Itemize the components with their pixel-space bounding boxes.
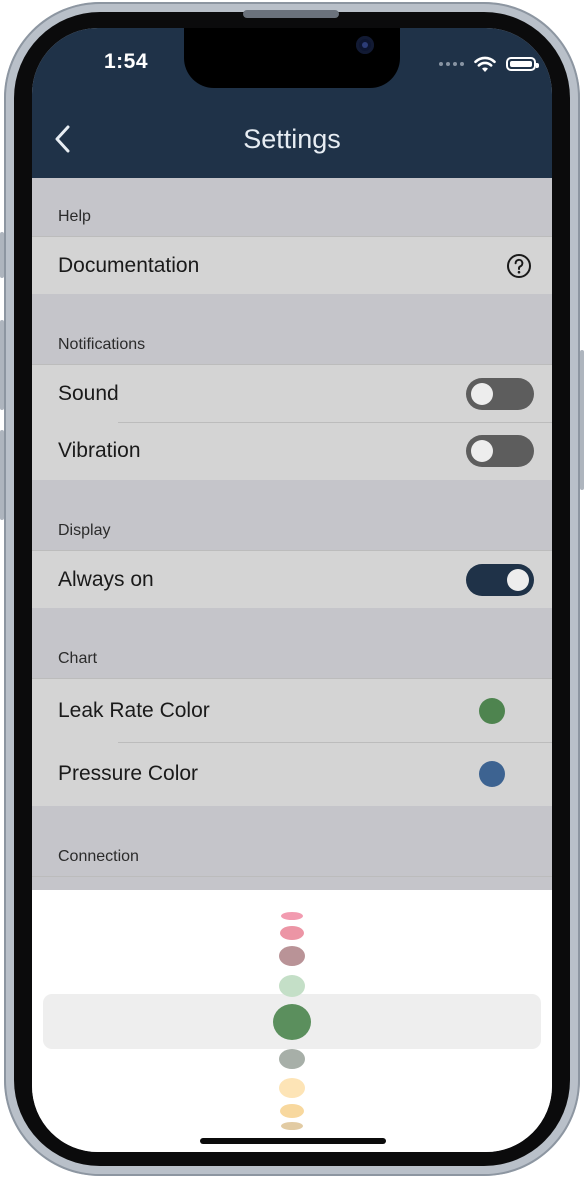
battery-icon <box>506 57 539 71</box>
sound-toggle[interactable] <box>466 377 534 410</box>
side-button-volume-down <box>0 430 4 520</box>
picker-option[interactable] <box>280 1104 304 1118</box>
always-on-toggle[interactable] <box>466 563 534 596</box>
pressure-color-label: Pressure Color <box>58 762 199 785</box>
status-icons <box>439 54 539 74</box>
side-button-power <box>580 350 584 490</box>
navigation-header: 1:54 Settings <box>32 28 552 178</box>
home-indicator <box>200 1138 386 1144</box>
section-header-connection: Connection <box>32 806 552 877</box>
section-header-label: Chart <box>58 650 98 667</box>
section-header-label: Connection <box>58 848 139 865</box>
section-header-label: Help <box>58 208 91 225</box>
documentation-label: Documentation <box>58 253 200 277</box>
side-button-mute <box>0 232 4 278</box>
page-title: Settings <box>243 124 341 154</box>
settings-list: Help Documentation Notifications Sound V… <box>32 178 552 877</box>
sound-label: Sound <box>58 381 119 405</box>
vibration-toggle[interactable] <box>466 435 534 467</box>
vibration-label: Vibration <box>58 439 141 462</box>
color-picker-sheet <box>32 890 552 1152</box>
leak-rate-color-swatch[interactable] <box>479 697 505 724</box>
section-header-display: Display <box>32 480 552 550</box>
picker-option[interactable] <box>279 1078 305 1098</box>
vibration-row: Vibration <box>32 422 552 480</box>
row-divider <box>118 422 552 423</box>
section-header-label: Notifications <box>58 336 146 353</box>
question-circle-icon[interactable] <box>506 253 532 279</box>
always-on-label: Always on <box>58 567 154 591</box>
section-header-label: Display <box>58 522 111 539</box>
section-header-help: Help <box>32 178 552 236</box>
speaker-slot <box>243 10 339 18</box>
section-header-notifications: Notifications <box>32 294 552 364</box>
pressure-color-swatch[interactable] <box>479 761 505 787</box>
toggle-knob <box>471 382 493 405</box>
pressure-color-row[interactable]: Pressure Color <box>32 742 552 806</box>
wifi-icon <box>474 56 496 72</box>
picker-option[interactable] <box>281 912 303 920</box>
picker-option[interactable] <box>279 975 305 997</box>
row-divider <box>118 742 552 743</box>
picker-option[interactable] <box>280 926 304 940</box>
side-button-volume-up <box>0 320 4 410</box>
toggle-knob <box>507 568 529 591</box>
cellular-signal-icon <box>439 62 464 66</box>
picker-option-selected[interactable] <box>273 1004 311 1040</box>
always-on-row: Always on <box>32 550 552 608</box>
status-time: 1:54 <box>104 50 149 73</box>
picker-option[interactable] <box>281 1122 303 1130</box>
toggle-knob <box>471 440 493 462</box>
documentation-row[interactable]: Documentation <box>32 236 552 294</box>
picker-option[interactable] <box>279 946 305 966</box>
picker-option[interactable] <box>279 1049 305 1069</box>
camera-icon <box>356 36 374 54</box>
leak-rate-color-label: Leak Rate Color <box>58 698 210 722</box>
screen: 1:54 Settings Help Documentation Notific… <box>32 28 552 1152</box>
notch <box>184 28 400 88</box>
sound-row: Sound <box>32 364 552 422</box>
section-header-chart: Chart <box>32 608 552 678</box>
leak-rate-color-row[interactable]: Leak Rate Color <box>32 678 552 742</box>
